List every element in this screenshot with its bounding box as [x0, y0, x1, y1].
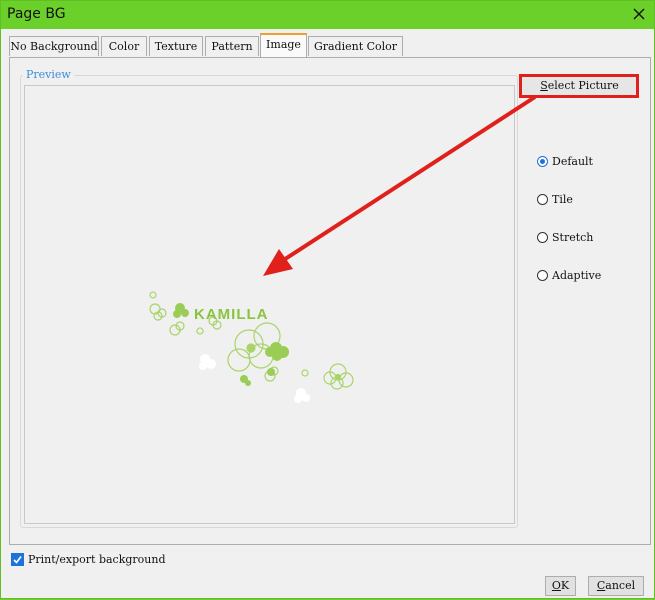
ok-accel: O [551, 579, 561, 592]
print-export-label: Print/export background [28, 553, 166, 566]
select-picture-button[interactable]: Select Picture [521, 75, 638, 96]
checkmark-icon [13, 556, 22, 564]
select-picture-accel: S [540, 79, 548, 92]
ok-button[interactable]: OK [545, 576, 576, 596]
ok-label: K [560, 579, 570, 592]
preview-legend: Preview [23, 68, 74, 81]
window-title: Page BG [7, 6, 66, 22]
tab-color[interactable]: Color [101, 36, 147, 56]
radio-stretch-indicator[interactable] [537, 232, 548, 243]
radio-default-indicator[interactable] [537, 156, 548, 167]
radio-default-label: Default [552, 155, 593, 168]
preview-area: KAMILLA [24, 85, 515, 524]
select-picture-label: elect Picture [547, 79, 619, 92]
preview-image-text: KAMILLA [194, 306, 269, 323]
print-export-checkbox[interactable] [11, 553, 24, 566]
flower-right [323, 363, 354, 390]
tab-gradient-color[interactable]: Gradient Color [308, 36, 403, 56]
radio-stretch-label: Stretch [552, 231, 594, 244]
radio-adaptive-label: Adaptive [552, 269, 602, 282]
radio-adaptive-indicator[interactable] [537, 270, 548, 281]
title-bar[interactable]: Page BG [1, 1, 654, 29]
close-icon[interactable] [632, 7, 646, 21]
preview-image: KAMILLA [149, 291, 354, 403]
cancel-button[interactable]: Cancel [588, 576, 644, 596]
cancel-label: ancel [605, 579, 636, 592]
page-bg-dialog: Page BG No Background Color Texture Patt… [0, 0, 655, 599]
radio-tile-indicator[interactable] [537, 194, 548, 205]
tab-image[interactable]: Image [260, 33, 307, 57]
tab-no-background[interactable]: No Background [9, 36, 99, 56]
tab-texture[interactable]: Texture [149, 36, 203, 56]
radio-tile-label: Tile [552, 193, 573, 206]
tab-pattern[interactable]: Pattern [205, 36, 259, 56]
